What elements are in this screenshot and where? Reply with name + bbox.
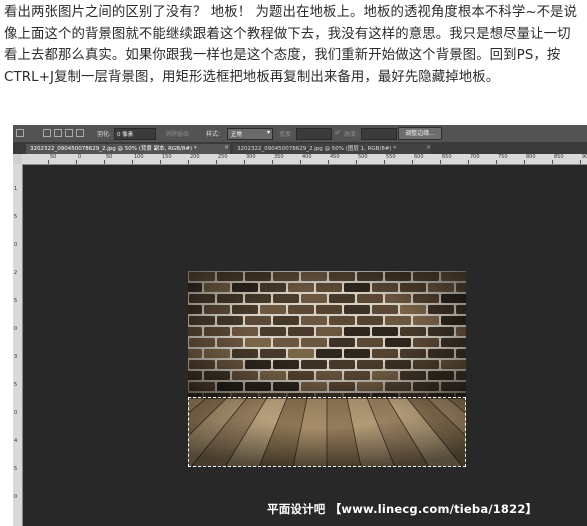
ruler-h-label: 50 — [106, 154, 113, 160]
ruler-tick — [104, 160, 105, 164]
ruler-v-label: 0 — [14, 326, 18, 332]
marquee-tool-icon[interactable] — [16, 129, 24, 137]
feather-input[interactable]: 0 像素 — [114, 128, 156, 140]
ruler-v-label: 5 — [14, 298, 18, 304]
ruler-h-label: 0 — [78, 154, 82, 160]
feather-value: 0 像素 — [117, 132, 134, 138]
ruler-v-label: 2 — [14, 270, 18, 276]
ruler-tick — [524, 160, 525, 164]
ruler-h-label: 800 — [526, 154, 536, 160]
refine-edge-button[interactable]: 调整边缘... — [398, 127, 442, 140]
feather-label: 羽化: — [97, 131, 112, 138]
width-label: 宽度: — [279, 131, 294, 138]
watermark: 平面设计吧 【www.linecg.com/tieba/1822】 — [267, 502, 538, 516]
ruler-tick — [188, 160, 189, 164]
antialias-checkbox-label[interactable]: 消除锯齿 — [165, 129, 189, 138]
document-tabs: 3202322_090450078629_2.jpg @ 50% (背景 副本,… — [13, 143, 587, 154]
ruler-tick — [272, 160, 273, 164]
height-label: 高度: — [344, 131, 359, 138]
height-input[interactable] — [361, 128, 397, 140]
ruler-h-label: 750 — [498, 154, 508, 160]
ruler-h-label: 700 — [470, 154, 480, 160]
ruler-v-label: 0 — [14, 494, 18, 500]
close-icon[interactable]: × — [224, 144, 229, 151]
style-select[interactable]: 正常 ▾ — [227, 128, 273, 140]
ruler-tick — [132, 160, 133, 164]
ruler-tick — [580, 160, 581, 164]
ruler-tick — [48, 160, 49, 164]
ruler-v-label: 0 — [14, 410, 18, 416]
article-text: 看出两张图片之间的区别了没有？ 地板！ 为题出在地板上。地板的透视角度根本不科学… — [4, 2, 584, 88]
width-input[interactable] — [296, 128, 332, 140]
ruler-tick — [552, 160, 553, 164]
ruler-v-label: 0 — [14, 242, 18, 248]
ruler-tick — [160, 160, 161, 164]
ruler-tick — [468, 160, 469, 164]
style-label: 样式: — [206, 131, 221, 138]
chevron-down-icon: ▾ — [266, 129, 270, 136]
ruler-tick — [216, 160, 217, 164]
ruler-tick — [440, 160, 441, 164]
ruler-tick — [244, 160, 245, 164]
article-paragraph: 看出两张图片之间的区别了没有？ 地板！ 为题出在地板上。地板的透视角度根本不科学… — [4, 5, 578, 85]
tab-document-2[interactable]: 3202322_090450078629_2.jpg @ 50% (图层 1, … — [233, 144, 431, 154]
ruler-h-label: 250 — [218, 154, 228, 160]
ruler-tick — [328, 160, 329, 164]
ruler-v-label: 5 — [14, 466, 18, 472]
vertical-ruler[interactable]: 1 5 0 2 5 0 3 5 0 4 5 0 — [13, 164, 23, 526]
ruler-h-label: 550 — [386, 154, 396, 160]
ruler-tick — [76, 160, 77, 164]
ruler-h-label: 150 — [162, 154, 172, 160]
ruler-tick — [384, 160, 385, 164]
close-icon[interactable]: × — [426, 144, 431, 151]
tab-document-1[interactable]: 3202322_090450078629_2.jpg @ 50% (背景 副本,… — [26, 144, 230, 154]
style-value: 正常 — [231, 132, 243, 138]
tab-label: 3202322_090450078629_2.jpg @ 50% (图层 1, … — [237, 146, 397, 152]
photoshop-screenshot: 羽化: 0 像素 消除锯齿 样式: 正常 ▾ 宽度: ⇄ 高度: 调整边缘...… — [13, 125, 587, 526]
ruler-tick — [300, 160, 301, 164]
ruler-tick — [356, 160, 357, 164]
document-canvas[interactable] — [188, 271, 466, 467]
ruler-tick — [496, 160, 497, 164]
subtract-selection-icon[interactable] — [65, 129, 73, 137]
horizontal-ruler[interactable]: 50 0 50 100 150 200 250 300 350 400 450 500 550 600 65… — [22, 154, 587, 165]
ruler-h-label: 500 — [358, 154, 368, 160]
ruler-v-label: 5 — [14, 382, 18, 388]
ruler-h-label: 900 — [582, 154, 587, 160]
ruler-h-label: 200 — [190, 154, 200, 160]
marquee-selection[interactable] — [188, 397, 466, 467]
ruler-h-label: 100 — [134, 154, 144, 160]
tab-label: 3202322_090450078629_2.jpg @ 50% (背景 副本,… — [30, 146, 197, 152]
ruler-h-label: 300 — [246, 154, 256, 160]
ruler-v-label: 5 — [14, 214, 18, 220]
options-bar: 羽化: 0 像素 消除锯齿 样式: 正常 ▾ 宽度: ⇄ 高度: 调整边缘... — [13, 125, 587, 143]
ruler-v-label: 1 — [14, 186, 18, 192]
ruler-corner — [13, 154, 22, 164]
intersect-selection-icon[interactable] — [76, 129, 84, 137]
ruler-v-label: 4 — [14, 438, 18, 444]
ruler-h-label: 350 — [274, 154, 284, 160]
ruler-h-label: 450 — [330, 154, 340, 160]
ruler-v-label: 3 — [14, 354, 18, 360]
ruler-h-label: 850 — [554, 154, 564, 160]
ruler-h-label: 50 — [50, 154, 57, 160]
new-selection-icon[interactable] — [43, 129, 51, 137]
ruler-h-label: 600 — [414, 154, 424, 160]
ruler-h-label: 400 — [302, 154, 312, 160]
swap-icon[interactable]: ⇄ — [335, 129, 340, 136]
add-selection-icon[interactable] — [54, 129, 62, 137]
ruler-h-label: 650 — [442, 154, 452, 160]
ruler-tick — [412, 160, 413, 164]
